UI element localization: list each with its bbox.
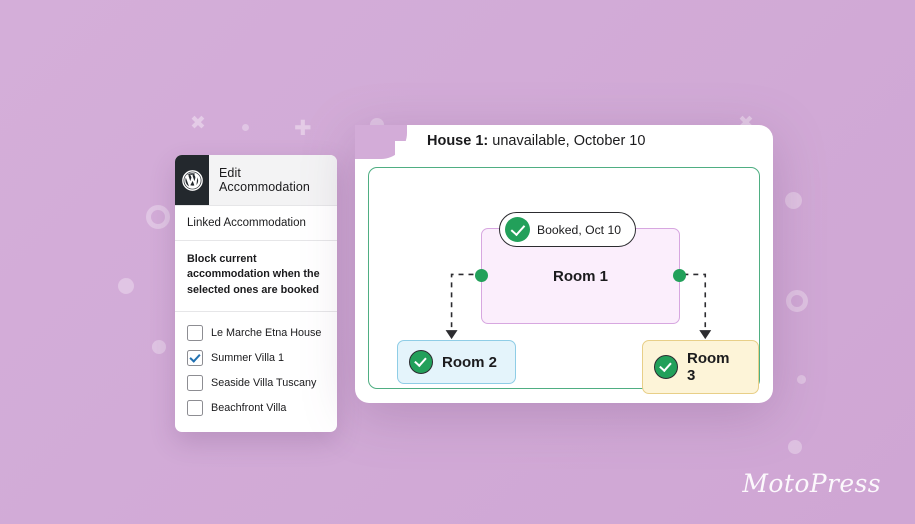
decor-dot [788, 440, 802, 454]
page-title-bold: House 1: [427, 133, 489, 149]
accommodation-checkbox-list: Le Marche Etna House Summer Villa 1 Seas… [175, 312, 337, 432]
checkbox-summer-villa-1[interactable] [187, 350, 203, 367]
room-3-label: Room 3 [687, 350, 730, 384]
status-badge-label: Booked, Oct 10 [537, 222, 622, 237]
page-title: House 1: unavailable, October 10 [427, 133, 645, 149]
screenshot-stage: ✖ ✚ ✖ Edit Accommodation Linked Accommod… [0, 0, 915, 524]
check-circle-icon [505, 217, 530, 242]
decor-dot [242, 124, 249, 131]
list-item-label: Summer Villa 1 [211, 352, 285, 365]
checkbox-seaside-villa-tuscany[interactable] [187, 375, 203, 392]
list-item[interactable]: Seaside Villa Tuscany [175, 371, 337, 396]
list-item-label: Beachfront Villa [211, 402, 287, 415]
decor-dot [785, 192, 802, 209]
sidebar-header-title: Edit Accommodation [219, 166, 310, 194]
page-title-rest: unavailable, October 10 [488, 133, 646, 149]
edit-accommodation-panel: Edit Accommodation Linked Accommodation … [175, 155, 337, 432]
list-item[interactable]: Summer Villa 1 [175, 346, 337, 371]
decor-dot [152, 340, 166, 354]
motopress-wordmark: MotoPress [742, 469, 881, 498]
decor-ring [146, 205, 170, 229]
list-item-label: Seaside Villa Tuscany [211, 377, 317, 390]
room-1-left-port[interactable] [475, 269, 488, 282]
list-item[interactable]: Le Marche Etna House [175, 321, 337, 346]
decor-ring [786, 290, 808, 312]
house-availability-panel: House 1: unavailable, October 10 Room 1 [355, 125, 773, 403]
sidebar-header: Edit Accommodation [175, 155, 337, 206]
list-item-label: Le Marche Etna House [211, 327, 322, 340]
decor-dot [118, 278, 134, 294]
decor-plus-icon: ✚ [294, 117, 312, 140]
list-item[interactable]: Beachfront Villa [175, 396, 337, 421]
room-2-node[interactable]: Room 2 [397, 340, 517, 384]
check-circle-icon [409, 350, 433, 374]
room-1-label: Room 1 [552, 267, 608, 285]
checkbox-beachfront-villa[interactable] [187, 400, 203, 417]
diagram-canvas: Room 1 Booked, Oct 10 Room 2 Room 3 [368, 167, 760, 394]
linked-accommodation-label: Linked Accommodation [175, 206, 337, 241]
decor-dot [797, 375, 806, 384]
room-1-right-port[interactable] [673, 269, 686, 282]
decor-x-icon: ✖ [190, 113, 206, 134]
room-3-node[interactable]: Room 3 [642, 340, 759, 394]
check-circle-icon [654, 355, 678, 379]
booked-status-badge[interactable]: Booked, Oct 10 [499, 212, 637, 247]
block-description-text: Block current accommodation when the sel… [175, 241, 337, 312]
room-2-label: Room 2 [442, 353, 498, 371]
wordpress-icon [175, 155, 209, 205]
checkbox-le-marche-etna-house[interactable] [187, 325, 203, 342]
